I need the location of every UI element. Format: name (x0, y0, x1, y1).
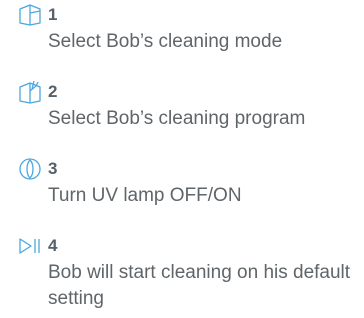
step-2: 2 Select Bob’s cleaning program (18, 80, 358, 132)
step-description: Select Bob’s cleaning mode (48, 31, 283, 52)
step-description: Turn UV lamp OFF/ON (48, 185, 242, 206)
step-1: 1 Select Bob’s cleaning mode (18, 3, 358, 55)
room-mode-icon (18, 3, 42, 27)
step-3: 3 Turn UV lamp OFF/ON (18, 157, 358, 209)
uv-lamp-icon (18, 157, 42, 181)
step-description: Select Bob’s cleaning program (48, 108, 306, 129)
play-pause-icon (18, 234, 42, 258)
step-number: 2 (48, 82, 58, 101)
step-description: Bob will start cleaning on his default s… (48, 262, 351, 309)
step-4: 4 Bob will start cleaning on his default… (18, 234, 358, 312)
step-number: 3 (48, 159, 58, 178)
step-number: 1 (48, 5, 58, 24)
step-number: 4 (48, 236, 58, 255)
program-icon (18, 80, 42, 104)
